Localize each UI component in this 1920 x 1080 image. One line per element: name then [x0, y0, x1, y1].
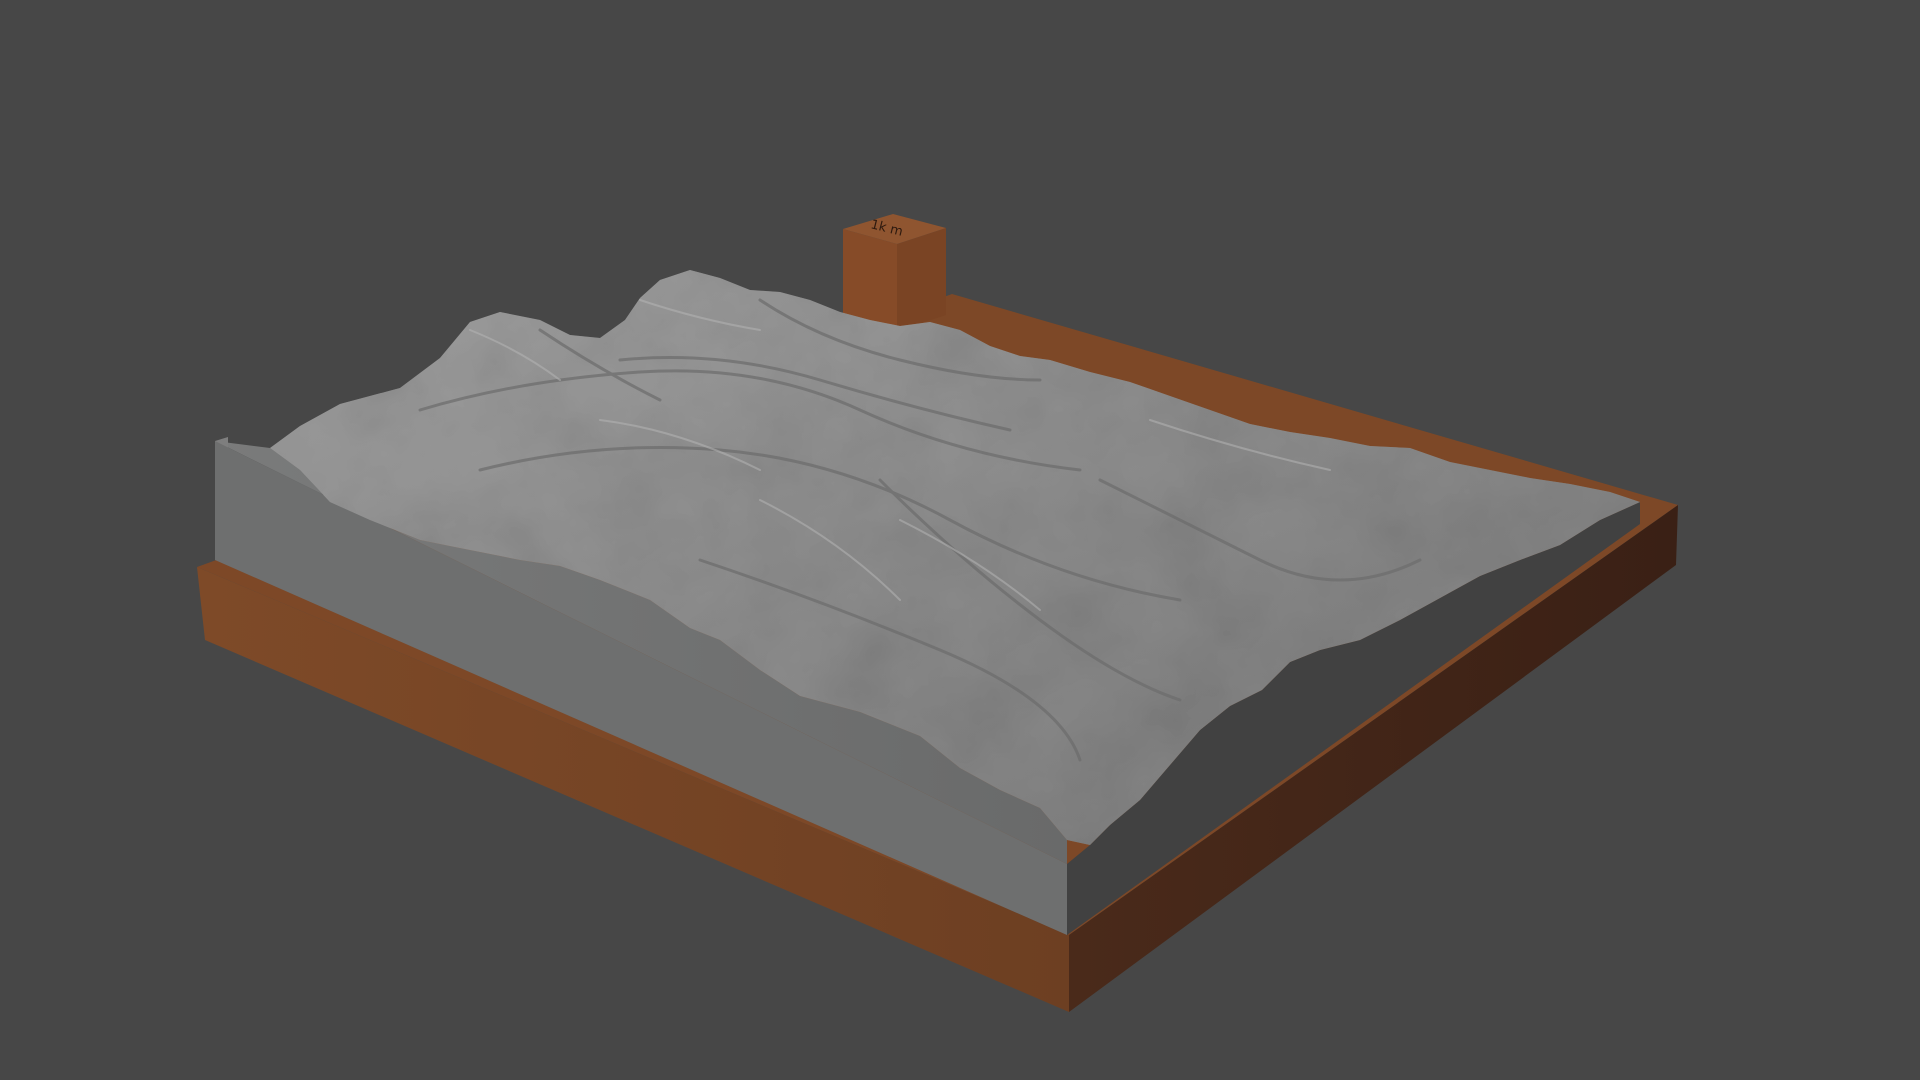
marker-right-face: [897, 228, 946, 331]
3d-viewport[interactable]: 1k m: [0, 0, 1920, 1080]
scale-marker-block[interactable]: 1k m: [843, 214, 946, 331]
relief-terrain-model[interactable]: [215, 270, 1640, 935]
scene-canvas: 1k m: [197, 214, 1678, 1012]
